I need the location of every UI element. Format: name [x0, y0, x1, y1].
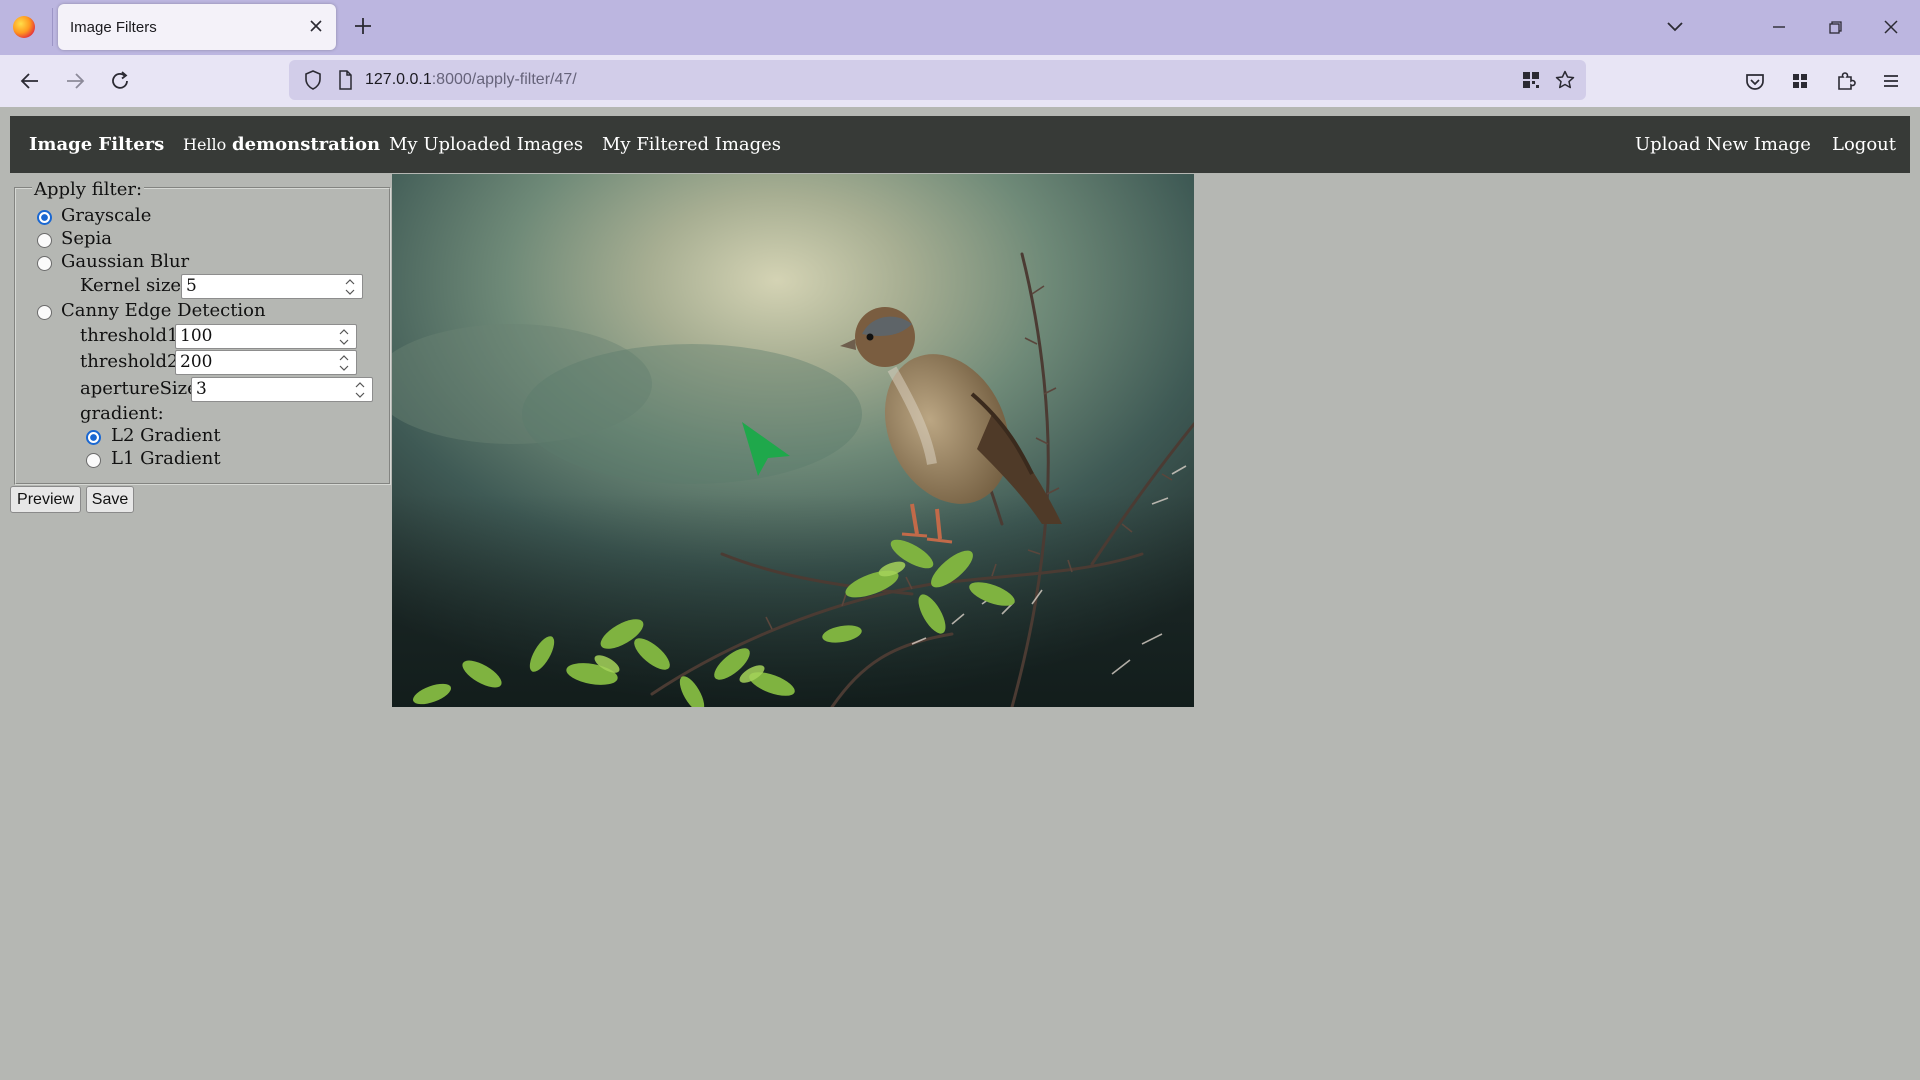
- aperture-size-value: 3: [196, 379, 207, 399]
- spinner-arrows-icon[interactable]: [338, 353, 350, 373]
- radio-gaussian-blur[interactable]: [37, 256, 52, 271]
- menu-hamburger-icon[interactable]: [1876, 66, 1906, 96]
- tab-title: Image Filters: [70, 19, 157, 36]
- kernel-size-input[interactable]: 5: [181, 274, 363, 299]
- close-window-icon[interactable]: [1876, 12, 1906, 42]
- spinner-arrows-icon[interactable]: [344, 277, 356, 297]
- threshold1-input[interactable]: 100: [175, 324, 357, 349]
- threshold1-value: 100: [180, 326, 213, 346]
- site-navbar: Image Filters Hello demonstration My Upl…: [10, 116, 1910, 173]
- kernel-size-value: 5: [186, 276, 197, 296]
- label-canny-edge[interactable]: Canny Edge Detection: [61, 300, 266, 321]
- qr-code-icon[interactable]: [1519, 68, 1543, 92]
- minimize-icon[interactable]: [1764, 12, 1794, 42]
- gradient-label: gradient:: [80, 403, 164, 424]
- site-brand-link[interactable]: Image Filters: [29, 134, 164, 155]
- new-tab-icon[interactable]: [350, 13, 376, 39]
- address-bar[interactable]: 127.0.0.1:8000/apply-filter/47/: [289, 60, 1586, 100]
- reload-icon[interactable]: [105, 66, 135, 96]
- greeting-text: Hello: [183, 135, 227, 154]
- threshold2-label: threshold2:: [80, 351, 185, 372]
- threshold2-input[interactable]: 200: [175, 350, 357, 375]
- kernel-size-label: Kernel size:: [80, 275, 188, 296]
- sparrow-photo-graphic: [392, 174, 1194, 707]
- label-grayscale[interactable]: Grayscale: [61, 205, 151, 226]
- radio-l1-gradient[interactable]: [86, 453, 101, 468]
- nav-my-uploaded-images[interactable]: My Uploaded Images: [389, 134, 583, 155]
- radio-grayscale[interactable]: [37, 210, 52, 225]
- spinner-arrows-icon[interactable]: [338, 327, 350, 347]
- restore-icon[interactable]: [1820, 12, 1850, 42]
- pocket-icon[interactable]: [1740, 66, 1770, 96]
- threshold2-value: 200: [180, 352, 213, 372]
- page-info-icon[interactable]: [333, 68, 357, 92]
- filter-legend: Apply filter:: [32, 179, 145, 200]
- radio-canny-edge[interactable]: [37, 305, 52, 320]
- username: demonstration: [232, 134, 381, 155]
- label-gaussian-blur[interactable]: Gaussian Blur: [61, 251, 189, 272]
- radio-l2-gradient[interactable]: [86, 430, 101, 445]
- filter-fieldset: Apply filter: Grayscale Sepia Gaussian B…: [14, 179, 391, 485]
- nav-upload-new-image[interactable]: Upload New Image: [1635, 134, 1811, 155]
- bookmark-star-icon[interactable]: [1553, 68, 1577, 92]
- tab-separator: [52, 8, 53, 46]
- extensions-grid-icon[interactable]: [1785, 66, 1815, 96]
- nav-my-filtered-images[interactable]: My Filtered Images: [602, 134, 781, 155]
- preview-button[interactable]: Preview: [10, 486, 81, 513]
- url-text[interactable]: 127.0.0.1:8000/apply-filter/47/: [365, 71, 577, 89]
- label-l2-gradient[interactable]: L2 Gradient: [111, 425, 221, 446]
- url-host: 127.0.0.1: [365, 71, 432, 88]
- list-all-tabs-icon[interactable]: [1660, 12, 1690, 42]
- preview-image: [392, 174, 1194, 707]
- shield-icon[interactable]: [301, 68, 325, 92]
- aperture-size-label: apertureSize:: [80, 378, 204, 399]
- forward-arrow-icon[interactable]: [60, 66, 90, 96]
- label-sepia[interactable]: Sepia: [61, 228, 112, 249]
- firefox-logo-icon[interactable]: [13, 16, 35, 38]
- browser-tab-active[interactable]: Image Filters: [58, 4, 336, 50]
- radio-sepia[interactable]: [37, 233, 52, 248]
- save-button[interactable]: Save: [86, 486, 134, 513]
- puzzle-piece-icon[interactable]: [1830, 66, 1860, 96]
- greeting: Hello demonstration: [183, 134, 380, 155]
- aperture-size-input[interactable]: 3: [191, 377, 373, 402]
- nav-logout[interactable]: Logout: [1832, 134, 1896, 155]
- back-arrow-icon[interactable]: [15, 66, 45, 96]
- browser-toolbar: 127.0.0.1:8000/apply-filter/47/: [0, 55, 1920, 107]
- threshold1-label: threshold1:: [80, 325, 185, 346]
- close-tab-icon[interactable]: [304, 14, 328, 38]
- label-l1-gradient[interactable]: L1 Gradient: [111, 448, 221, 469]
- url-path: :8000/apply-filter/47/: [431, 71, 577, 88]
- browser-tab-strip: Image Filters: [0, 0, 1920, 55]
- spinner-arrows-icon[interactable]: [354, 380, 366, 400]
